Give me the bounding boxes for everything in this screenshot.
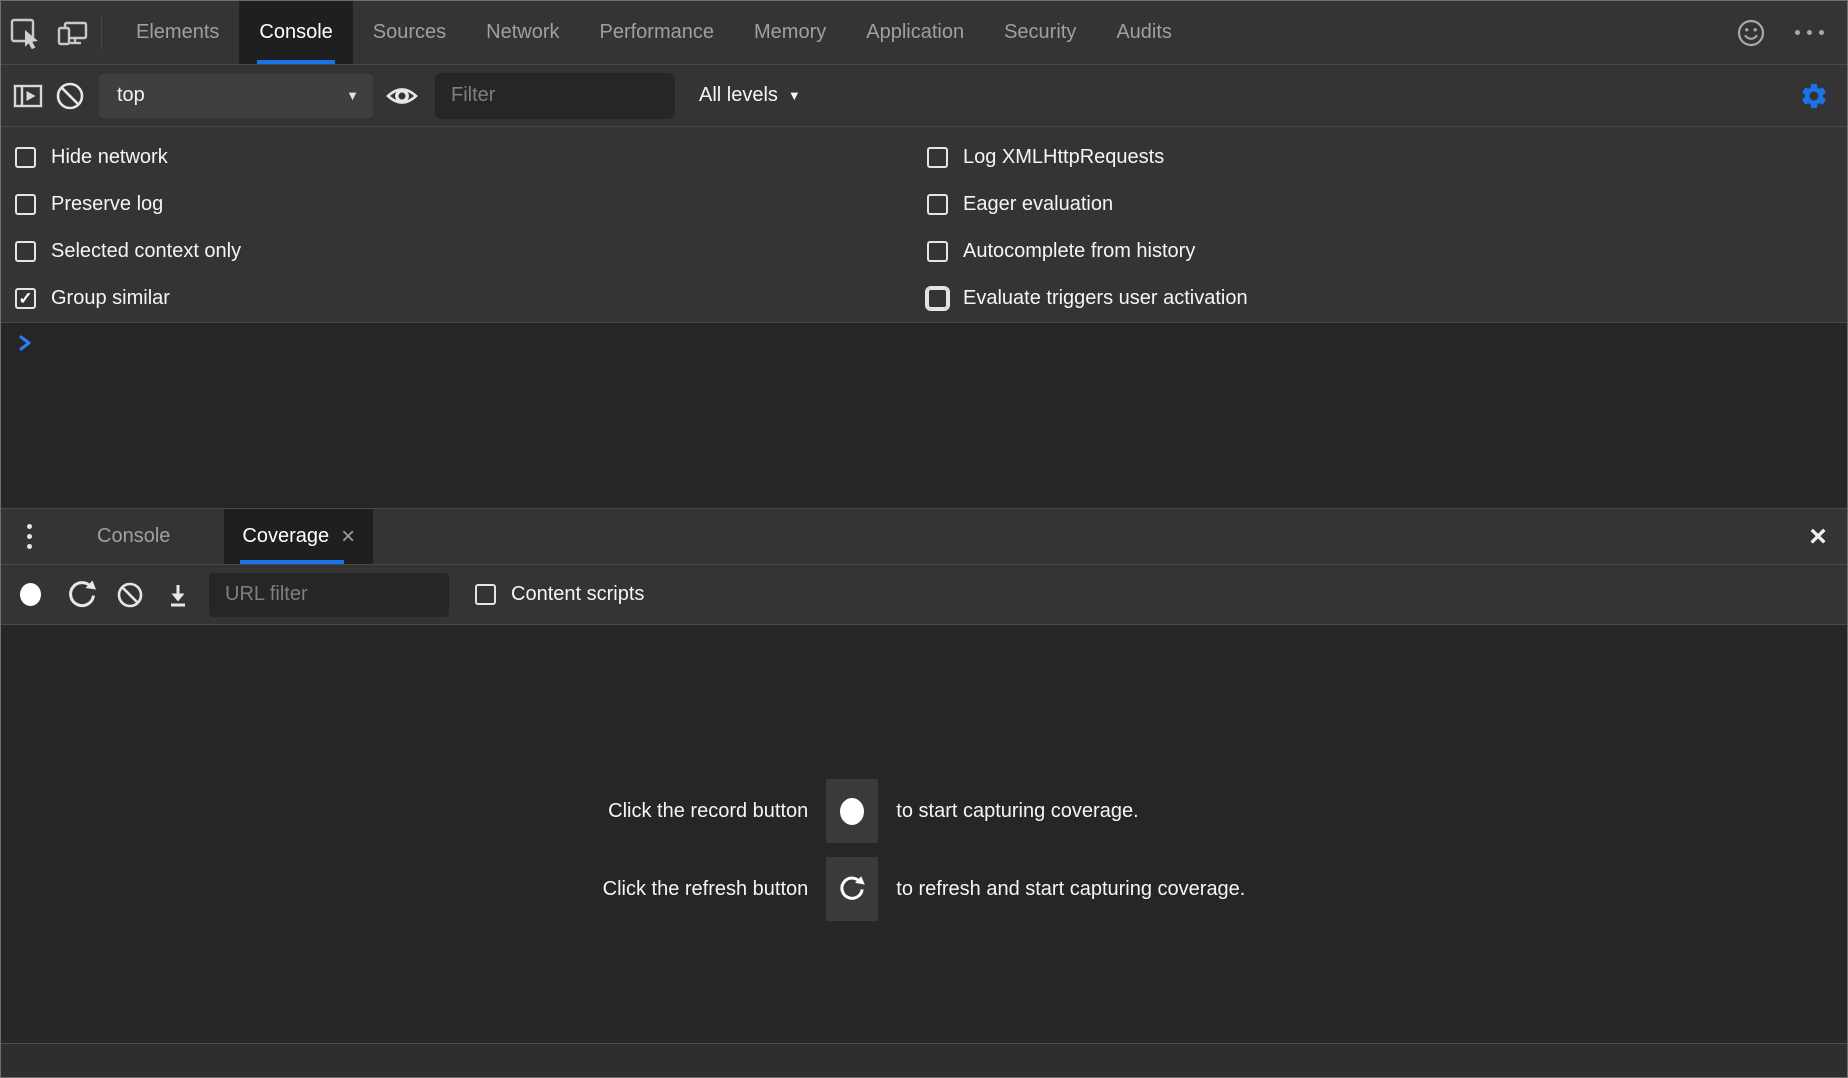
download-icon xyxy=(161,578,195,612)
refresh-icon xyxy=(65,578,99,612)
setting-evaluate-triggers-user-activation[interactable]: Evaluate triggers user activation xyxy=(927,275,1847,322)
main-toolbar-right xyxy=(1727,1,1847,64)
eye-icon xyxy=(383,77,421,115)
checkbox-focused[interactable] xyxy=(927,288,948,309)
toggle-device-toolbar-button[interactable] xyxy=(49,1,97,64)
feedback-button[interactable] xyxy=(1727,16,1775,50)
checkbox-unchecked[interactable] xyxy=(927,194,948,215)
checkbox-unchecked[interactable] xyxy=(475,584,496,605)
empty-state-text: Click the refresh button xyxy=(603,878,809,901)
console-settings-button[interactable] xyxy=(1795,81,1847,111)
more-options-icon xyxy=(1795,30,1824,35)
refresh-button-illustration xyxy=(826,857,878,921)
active-tab-underline xyxy=(257,60,334,64)
javascript-context-selector[interactable]: top ▼ xyxy=(99,74,373,118)
drawer-tab-coverage[interactable]: Coverage × xyxy=(224,509,373,564)
content-scripts-setting[interactable]: Content scripts xyxy=(475,583,644,606)
coverage-empty-state: Click the record button to start capturi… xyxy=(603,779,1246,921)
console-prompt-icon xyxy=(18,334,33,352)
log-levels-selector[interactable]: All levels ▼ xyxy=(699,84,801,107)
setting-log-xmlhttprequests[interactable]: Log XMLHttpRequests xyxy=(927,134,1847,181)
toolbar-separator xyxy=(101,15,102,50)
drawer-tabbar: Console Coverage × × xyxy=(1,508,1847,565)
reload-and-record-coverage-button[interactable] xyxy=(61,578,103,612)
export-coverage-button[interactable] xyxy=(157,578,199,612)
devtools-window: Elements Console Sources Network Perform… xyxy=(0,0,1848,1078)
tab-application[interactable]: Application xyxy=(846,1,984,64)
coverage-status-bar xyxy=(1,1043,1847,1077)
console-messages-area[interactable] xyxy=(1,323,1847,508)
tab-security[interactable]: Security xyxy=(984,1,1096,64)
active-tab-underline xyxy=(240,560,344,564)
checkbox-checked[interactable]: ✓ xyxy=(15,288,36,309)
checkbox-unchecked[interactable] xyxy=(15,241,36,262)
setting-autocomplete-from-history[interactable]: Autocomplete from history xyxy=(927,228,1847,275)
tab-sources[interactable]: Sources xyxy=(353,1,466,64)
clear-console-button[interactable] xyxy=(49,78,91,114)
close-icon: × xyxy=(1809,520,1827,554)
close-drawer-button[interactable]: × xyxy=(1789,509,1847,564)
record-icon xyxy=(840,798,864,825)
smiley-icon xyxy=(1734,16,1768,50)
checkbox-unchecked[interactable] xyxy=(15,194,36,215)
console-filter-input[interactable] xyxy=(435,73,675,119)
start-recording-coverage-button[interactable] xyxy=(9,583,51,606)
tab-elements[interactable]: Elements xyxy=(116,1,239,64)
tab-performance[interactable]: Performance xyxy=(580,1,735,64)
record-icon xyxy=(20,583,41,606)
refresh-icon xyxy=(837,874,867,904)
kebab-menu-icon xyxy=(27,524,32,549)
console-sidebar-icon xyxy=(10,78,46,114)
settings-column-right: Log XMLHttpRequests Eager evaluation Aut… xyxy=(927,134,1847,322)
inspect-icon xyxy=(8,16,42,50)
setting-group-similar[interactable]: ✓ Group similar xyxy=(15,275,927,322)
record-button-illustration xyxy=(826,779,878,843)
close-coverage-tab-icon[interactable]: × xyxy=(341,525,355,549)
console-sidebar-toggle-button[interactable] xyxy=(7,78,49,114)
drawer-more-tools-button[interactable] xyxy=(1,509,57,564)
drawer-tab-console[interactable]: Console xyxy=(79,509,188,564)
coverage-toolbar: Content scripts xyxy=(1,565,1847,625)
empty-state-text: Click the record button xyxy=(608,800,808,823)
checkbox-unchecked[interactable] xyxy=(15,147,36,168)
setting-preserve-log[interactable]: Preserve log xyxy=(15,181,927,228)
clear-coverage-button[interactable] xyxy=(109,578,151,612)
tab-network[interactable]: Network xyxy=(466,1,579,64)
device-toolbar-icon xyxy=(55,15,91,51)
check-icon: ✓ xyxy=(18,290,32,307)
clear-icon xyxy=(113,578,147,612)
main-tabs: Elements Console Sources Network Perform… xyxy=(116,1,1192,64)
tab-memory[interactable]: Memory xyxy=(734,1,846,64)
setting-selected-context-only[interactable]: Selected context only xyxy=(15,228,927,275)
console-toolbar: top ▼ All levels ▼ xyxy=(1,65,1847,127)
more-options-button[interactable] xyxy=(1785,30,1833,35)
settings-column-left: Hide network Preserve log Selected conte… xyxy=(1,134,927,322)
chevron-down-icon: ▼ xyxy=(788,88,801,103)
checkbox-unchecked[interactable] xyxy=(927,241,948,262)
checkbox-unchecked[interactable] xyxy=(927,147,948,168)
empty-state-text: to refresh and start capturing coverage. xyxy=(896,878,1245,901)
chevron-down-icon: ▼ xyxy=(346,88,359,103)
coverage-url-filter-input[interactable] xyxy=(209,573,449,617)
inspect-element-button[interactable] xyxy=(1,1,49,64)
coverage-panel: Click the record button to start capturi… xyxy=(1,625,1847,1043)
setting-hide-network[interactable]: Hide network xyxy=(15,134,927,181)
main-toolbar: Elements Console Sources Network Perform… xyxy=(1,1,1847,65)
setting-eager-evaluation[interactable]: Eager evaluation xyxy=(927,181,1847,228)
tab-console[interactable]: Console xyxy=(239,1,352,64)
live-expression-button[interactable] xyxy=(381,77,423,115)
empty-state-text: to start capturing coverage. xyxy=(896,800,1138,823)
console-settings-panel: Hide network Preserve log Selected conte… xyxy=(1,127,1847,323)
gear-icon xyxy=(1799,81,1829,111)
clear-icon xyxy=(52,78,88,114)
tab-audits[interactable]: Audits xyxy=(1096,1,1192,64)
